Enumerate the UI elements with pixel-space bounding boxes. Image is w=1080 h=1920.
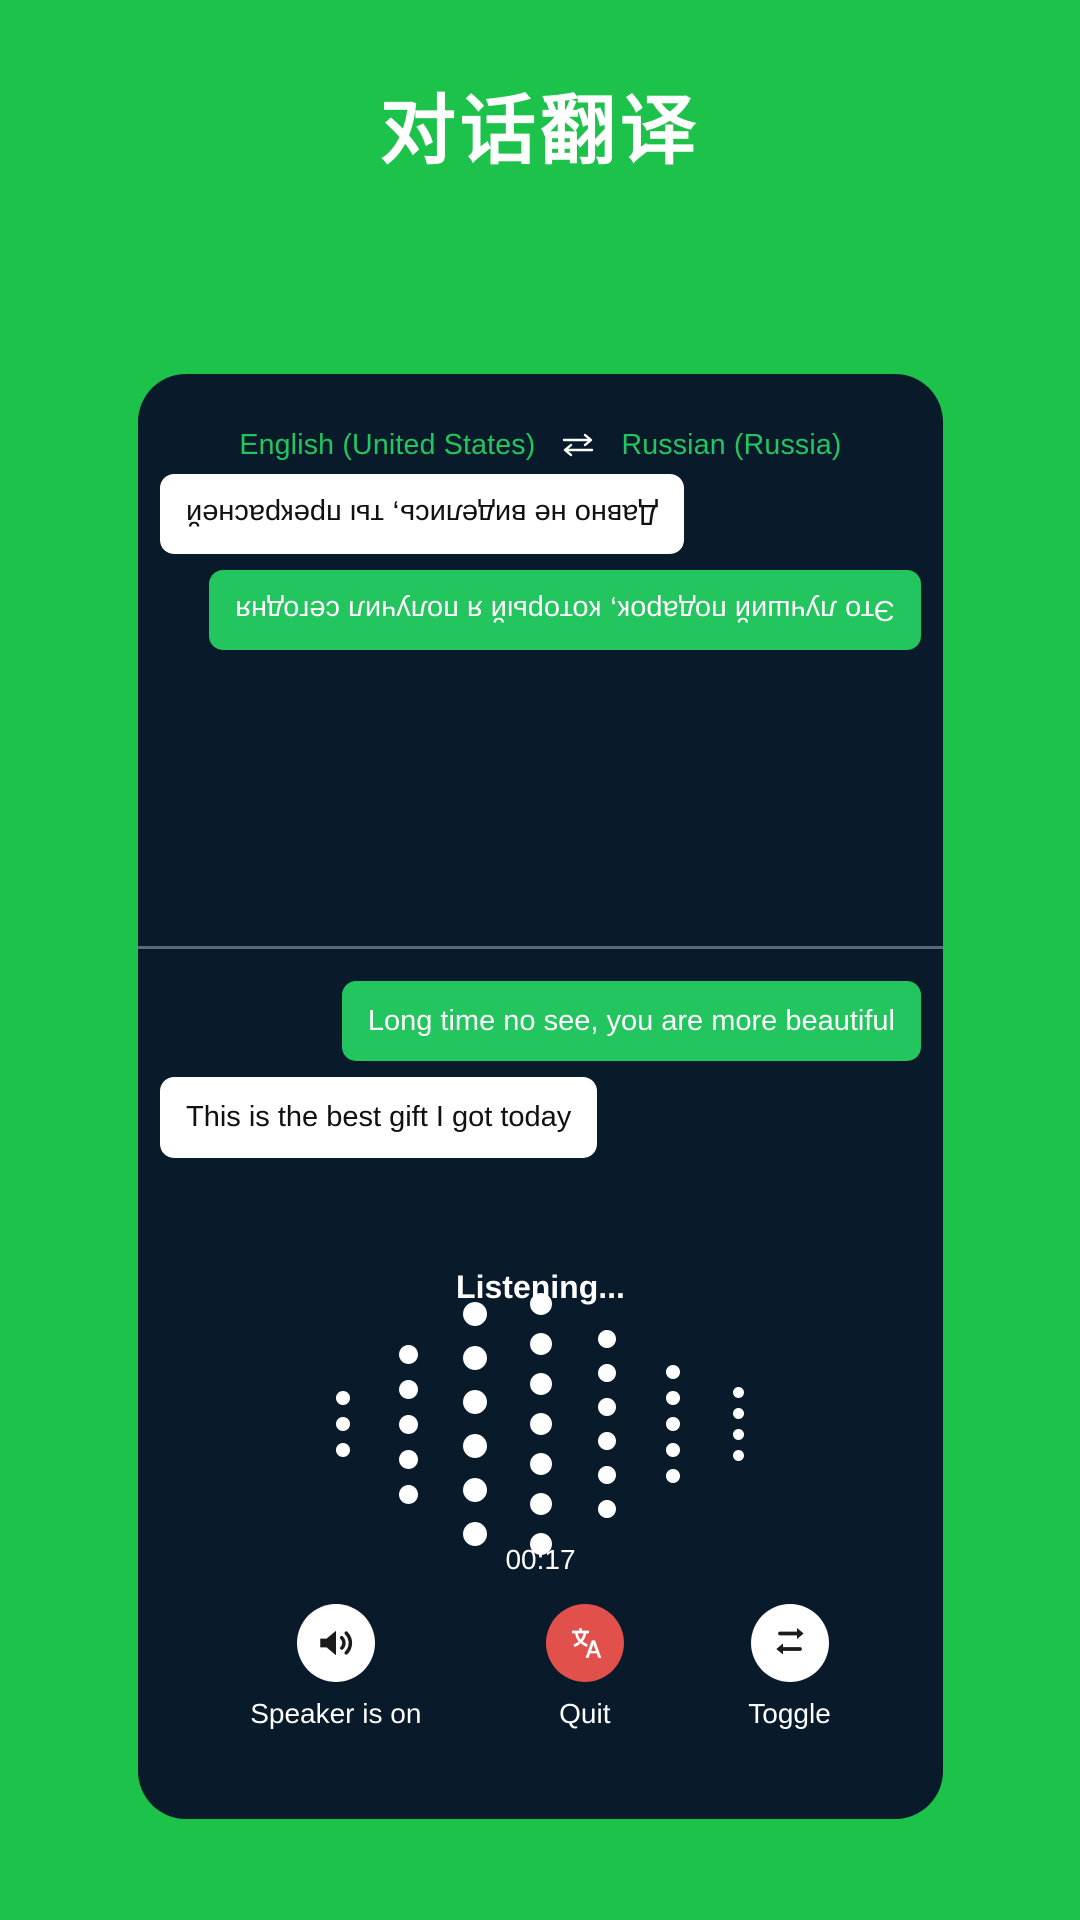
- waveform-column: [508, 1284, 574, 1564]
- waveform-dot: [529, 1413, 552, 1435]
- waveform-dot: [665, 1443, 680, 1457]
- waveform-dot: [462, 1478, 487, 1502]
- conversation-panel-top: Это лучший подарок, который я получил се…: [138, 474, 943, 944]
- waveform-dot: [335, 1391, 350, 1405]
- quit-button[interactable]: Quit: [545, 1604, 624, 1730]
- toggle-button[interactable]: Toggle: [748, 1604, 831, 1730]
- message-bubble: This is the best gift I got today: [160, 1077, 598, 1158]
- waveform-dot: [462, 1434, 487, 1458]
- waveform-dot: [597, 1398, 616, 1416]
- toggle-button-circle[interactable]: [750, 1604, 829, 1682]
- recording-timer: 00:17: [505, 1544, 576, 1575]
- waveform-dot: [597, 1466, 616, 1484]
- target-language-label[interactable]: Russian (Russia): [621, 429, 841, 462]
- waveform-column: [310, 1385, 376, 1463]
- waveform-dot: [597, 1364, 616, 1382]
- message-row: Давно не виделись, ты прекрасней: [160, 474, 921, 555]
- phone-card: English (United States) Russian (Russia)…: [138, 374, 943, 1819]
- waveform-dot: [733, 1429, 744, 1440]
- panel-divider: [138, 946, 943, 949]
- message-bubble: Это лучший подарок, который я получил се…: [209, 570, 921, 651]
- speaker-button[interactable]: Speaker is on: [250, 1604, 421, 1730]
- waveform-column: [442, 1292, 508, 1556]
- waveform-dot: [399, 1414, 418, 1434]
- waveform-column: [574, 1322, 640, 1526]
- waveform-column: [706, 1382, 772, 1466]
- waveform-dot: [462, 1522, 487, 1546]
- control-bar: Speaker is on Quit Toggle: [138, 1604, 943, 1730]
- quit-button-circle[interactable]: [545, 1604, 624, 1682]
- waveform-dot: [529, 1373, 552, 1395]
- waveform-dot: [399, 1484, 418, 1504]
- speaker-button-label: Speaker is on: [250, 1698, 422, 1729]
- waveform-dot: [399, 1344, 418, 1364]
- waveform-dot: [665, 1417, 680, 1431]
- waveform-dot: [335, 1417, 350, 1431]
- waveform-dot: [335, 1443, 350, 1457]
- waveform-dot: [597, 1330, 616, 1348]
- waveform-dot: [399, 1379, 418, 1399]
- swap-repeat-icon: [770, 1623, 810, 1663]
- quit-button-label: Quit: [559, 1698, 611, 1729]
- waveform-dot: [733, 1387, 744, 1398]
- speaker-volume-icon: [315, 1622, 357, 1664]
- waveform-column: [640, 1359, 706, 1489]
- waveform-dot: [733, 1450, 744, 1461]
- message-row: Long time no see, you are more beautiful: [160, 981, 921, 1062]
- waveform-dot: [399, 1449, 418, 1469]
- waveform-dot: [529, 1333, 552, 1355]
- audio-waveform: [138, 1293, 943, 1555]
- message-bubble: Давно не виделись, ты прекрасней: [160, 474, 685, 555]
- waveform-dot: [529, 1293, 552, 1315]
- waveform-dot: [733, 1408, 744, 1419]
- waveform-dot: [462, 1390, 487, 1414]
- waveform-dot: [597, 1500, 616, 1518]
- waveform-dot: [665, 1469, 680, 1483]
- speaker-button-circle[interactable]: [296, 1604, 375, 1682]
- waveform-column: [376, 1337, 442, 1512]
- waveform-dot: [462, 1346, 487, 1370]
- message-row: Это лучший подарок, который я получил се…: [160, 570, 921, 651]
- message-bubble: Long time no see, you are more beautiful: [341, 981, 921, 1062]
- toggle-button-label: Toggle: [748, 1698, 831, 1729]
- page-title: 对话翻译: [380, 89, 700, 174]
- waveform-dot: [529, 1493, 552, 1515]
- waveform-dot: [597, 1432, 616, 1450]
- waveform-dot: [665, 1365, 680, 1379]
- message-row: This is the best gift I got today: [160, 1077, 921, 1158]
- conversation-panel-bottom: Long time no see, you are more beautiful…: [138, 959, 943, 1259]
- translate-icon: [565, 1623, 605, 1663]
- waveform-dot: [462, 1302, 487, 1326]
- waveform-dot: [665, 1391, 680, 1405]
- swap-horizontal-icon[interactable]: [535, 432, 621, 458]
- waveform-dot: [529, 1453, 552, 1475]
- source-language-label[interactable]: English (United States): [239, 429, 535, 462]
